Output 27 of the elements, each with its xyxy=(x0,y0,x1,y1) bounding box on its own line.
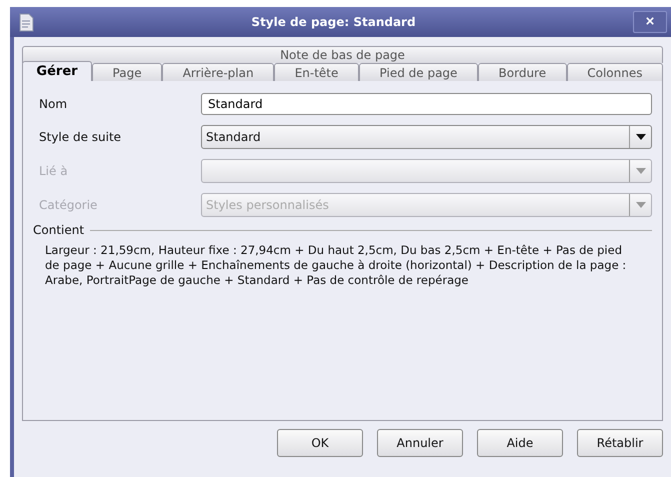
field-label: Catégorie xyxy=(39,198,98,212)
field-label: Nom xyxy=(39,97,68,111)
tab[interactable]: Bordure xyxy=(478,63,567,81)
field-label: Lié à xyxy=(39,164,69,178)
description-text: Largeur : 21,59cm, Hauteur fixe : 27,94cm + Du haut 2,5cm, Du bas 2,5cm + En-tête + Pas de pied de page + Aucune grille + Enchaînements de gauche à droite (horizontal) + Description de la page : Arabe, PortraitPage de gauche + Standard + Pas de contrôle de repérage xyxy=(45,243,628,288)
dropdown[interactable] xyxy=(201,159,652,183)
tab[interactable]: Gérer xyxy=(22,61,92,81)
dropdown[interactable]: Standard xyxy=(201,125,652,149)
tab[interactable]: Note de bas de page xyxy=(22,46,663,63)
caret-icon xyxy=(636,134,646,140)
dialog-button[interactable]: Annuler xyxy=(377,429,463,457)
group-title: Contient xyxy=(33,223,84,237)
dialog-button[interactable]: Rétablir xyxy=(577,429,663,457)
document-icon xyxy=(18,12,34,32)
dialog-button[interactable]: OK xyxy=(277,429,363,457)
tab[interactable]: Arrière-plan xyxy=(162,63,274,81)
close-button[interactable]: × xyxy=(633,11,667,33)
window-title: Style de page: Standard xyxy=(250,15,417,29)
dialog-button[interactable]: Aide xyxy=(477,429,563,457)
input-field[interactable]: Standard xyxy=(201,93,652,115)
field-label: Style de suite xyxy=(39,130,122,144)
tab[interactable]: Page xyxy=(92,63,162,81)
tab[interactable]: Colonnes xyxy=(566,63,664,81)
caret-icon xyxy=(636,202,646,208)
tab[interactable]: Pied de page xyxy=(358,63,478,81)
tab[interactable]: En-tête xyxy=(274,63,359,81)
caret-icon xyxy=(636,168,646,174)
